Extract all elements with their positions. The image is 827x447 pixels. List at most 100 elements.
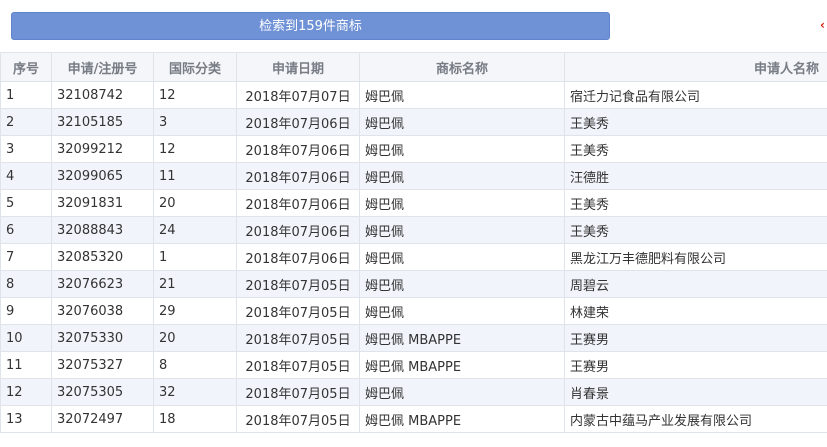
table-row[interactable]: 2 32105185 3 2018年07月06日 姆巴佩 王美秀 <box>0 108 827 136</box>
cell-class: 32 <box>153 378 237 406</box>
cell-reg-no-link[interactable]: 32072497 <box>51 405 154 433</box>
cell-reg-no-link[interactable]: 32099212 <box>51 135 154 163</box>
cell-date: 2018年07月06日 <box>236 216 360 244</box>
cell-trademark-name-link[interactable]: 姆巴佩 <box>359 135 565 163</box>
cell-reg-no-link[interactable]: 32075305 <box>51 378 154 406</box>
cell-reg-no-link[interactable]: 32075327 <box>51 351 154 379</box>
cell-reg-no-link[interactable]: 32088843 <box>51 216 154 244</box>
cell-seq: 2 <box>0 108 52 136</box>
cell-seq: 5 <box>0 189 52 217</box>
cell-class: 11 <box>153 162 237 190</box>
edge-marker-icon: ‹ <box>820 19 825 31</box>
column-header-reg-no[interactable]: 申请/注册号 <box>51 52 154 82</box>
cell-seq: 11 <box>0 351 52 379</box>
table-row[interactable]: 12 32075305 32 2018年07月05日 姆巴佩 肖春景 <box>0 378 827 406</box>
cell-date: 2018年07月07日 <box>236 81 360 109</box>
cell-date: 2018年07月06日 <box>236 243 360 271</box>
table-body: 1 32108742 12 2018年07月07日 姆巴佩 宿迁力记食品有限公司 2 3210… <box>0 81 827 433</box>
cell-applicant: 王美秀 <box>564 108 827 136</box>
cell-trademark-name-link[interactable]: 姆巴佩 <box>359 297 565 325</box>
cell-reg-no-link[interactable]: 32105185 <box>51 108 154 136</box>
cell-applicant: 王美秀 <box>564 135 827 163</box>
table-row[interactable]: 9 32076038 29 2018年07月05日 姆巴佩 林建荣 <box>0 297 827 325</box>
cell-seq: 12 <box>0 378 52 406</box>
cell-trademark-name-link[interactable]: 姆巴佩 MBAPPE <box>359 405 565 433</box>
table-row[interactable]: 11 32075327 8 2018年07月05日 姆巴佩 MBAPPE 王赛男 <box>0 351 827 379</box>
cell-applicant: 汪德胜 <box>564 162 827 190</box>
cell-trademark-name-link[interactable]: 姆巴佩 <box>359 270 565 298</box>
table-row[interactable]: 8 32076623 21 2018年07月05日 姆巴佩 周碧云 <box>0 270 827 298</box>
table-row[interactable]: 5 32091831 20 2018年07月06日 姆巴佩 王美秀 <box>0 189 827 217</box>
cell-class: 20 <box>153 324 237 352</box>
cell-applicant: 王美秀 <box>564 216 827 244</box>
cell-applicant: 内蒙古中蕴马产业发展有限公司 <box>564 405 827 433</box>
cell-applicant: 宿迁力记食品有限公司 <box>564 81 827 109</box>
cell-seq: 4 <box>0 162 52 190</box>
table-row[interactable]: 4 32099065 11 2018年07月06日 姆巴佩 汪德胜 <box>0 162 827 190</box>
cell-seq: 3 <box>0 135 52 163</box>
cell-seq: 1 <box>0 81 52 109</box>
cell-class: 12 <box>153 135 237 163</box>
cell-trademark-name-link[interactable]: 姆巴佩 MBAPPE <box>359 324 565 352</box>
cell-seq: 8 <box>0 270 52 298</box>
trademark-results-table: 序号 申请/注册号 国际分类 申请日期 商标名称 申请人名称 1 32108742… <box>0 52 827 433</box>
table-row[interactable]: 3 32099212 12 2018年07月06日 姆巴佩 王美秀 <box>0 135 827 163</box>
cell-date: 2018年07月05日 <box>236 270 360 298</box>
cell-applicant: 王美秀 <box>564 189 827 217</box>
column-header-name[interactable]: 商标名称 <box>359 52 565 82</box>
top-bar: 检索到159件商标 ‹ <box>0 0 827 52</box>
cell-class: 29 <box>153 297 237 325</box>
table-row[interactable]: 1 32108742 12 2018年07月07日 姆巴佩 宿迁力记食品有限公司 <box>0 81 827 109</box>
table-row[interactable]: 13 32072497 18 2018年07月05日 姆巴佩 MBAPPE 内蒙古中蕴马产… <box>0 405 827 433</box>
cell-applicant: 周碧云 <box>564 270 827 298</box>
column-header-class[interactable]: 国际分类 <box>153 52 237 82</box>
cell-class: 1 <box>153 243 237 271</box>
cell-seq: 13 <box>0 405 52 433</box>
cell-applicant: 王赛男 <box>564 351 827 379</box>
cell-reg-no-link[interactable]: 32091831 <box>51 189 154 217</box>
cell-date: 2018年07月05日 <box>236 297 360 325</box>
cell-reg-no-link[interactable]: 32076623 <box>51 270 154 298</box>
table-row[interactable]: 6 32088843 24 2018年07月06日 姆巴佩 王美秀 <box>0 216 827 244</box>
result-count-banner[interactable]: 检索到159件商标 <box>11 12 610 40</box>
cell-reg-no-link[interactable]: 32099065 <box>51 162 154 190</box>
column-header-applicant[interactable]: 申请人名称 <box>564 52 827 82</box>
cell-class: 3 <box>153 108 237 136</box>
cell-seq: 6 <box>0 216 52 244</box>
table-header-row: 序号 申请/注册号 国际分类 申请日期 商标名称 申请人名称 <box>0 52 827 82</box>
cell-applicant: 黑龙江万丰德肥料有限公司 <box>564 243 827 271</box>
cell-date: 2018年07月05日 <box>236 378 360 406</box>
cell-date: 2018年07月05日 <box>236 324 360 352</box>
cell-trademark-name-link[interactable]: 姆巴佩 <box>359 81 565 109</box>
cell-applicant: 王赛男 <box>564 324 827 352</box>
cell-trademark-name-link[interactable]: 姆巴佩 <box>359 108 565 136</box>
column-header-seq[interactable]: 序号 <box>0 52 52 82</box>
cell-seq: 10 <box>0 324 52 352</box>
cell-date: 2018年07月06日 <box>236 135 360 163</box>
cell-applicant: 肖春景 <box>564 378 827 406</box>
cell-seq: 7 <box>0 243 52 271</box>
table-row[interactable]: 7 32085320 1 2018年07月06日 姆巴佩 黑龙江万丰德肥料有限公司 <box>0 243 827 271</box>
cell-date: 2018年07月05日 <box>236 351 360 379</box>
cell-class: 21 <box>153 270 237 298</box>
cell-date: 2018年07月05日 <box>236 405 360 433</box>
cell-class: 18 <box>153 405 237 433</box>
cell-trademark-name-link[interactable]: 姆巴佩 <box>359 378 565 406</box>
cell-reg-no-link[interactable]: 32108742 <box>51 81 154 109</box>
column-header-date[interactable]: 申请日期 <box>236 52 360 82</box>
cell-class: 12 <box>153 81 237 109</box>
cell-class: 8 <box>153 351 237 379</box>
cell-date: 2018年07月06日 <box>236 108 360 136</box>
cell-reg-no-link[interactable]: 32076038 <box>51 297 154 325</box>
cell-trademark-name-link[interactable]: 姆巴佩 <box>359 216 565 244</box>
cell-reg-no-link[interactable]: 32075330 <box>51 324 154 352</box>
cell-reg-no-link[interactable]: 32085320 <box>51 243 154 271</box>
cell-trademark-name-link[interactable]: 姆巴佩 <box>359 162 565 190</box>
cell-applicant: 林建荣 <box>564 297 827 325</box>
cell-trademark-name-link[interactable]: 姆巴佩 <box>359 189 565 217</box>
table-row[interactable]: 10 32075330 20 2018年07月05日 姆巴佩 MBAPPE 王赛男 <box>0 324 827 352</box>
cell-trademark-name-link[interactable]: 姆巴佩 <box>359 243 565 271</box>
cell-seq: 9 <box>0 297 52 325</box>
cell-class: 20 <box>153 189 237 217</box>
cell-trademark-name-link[interactable]: 姆巴佩 MBAPPE <box>359 351 565 379</box>
